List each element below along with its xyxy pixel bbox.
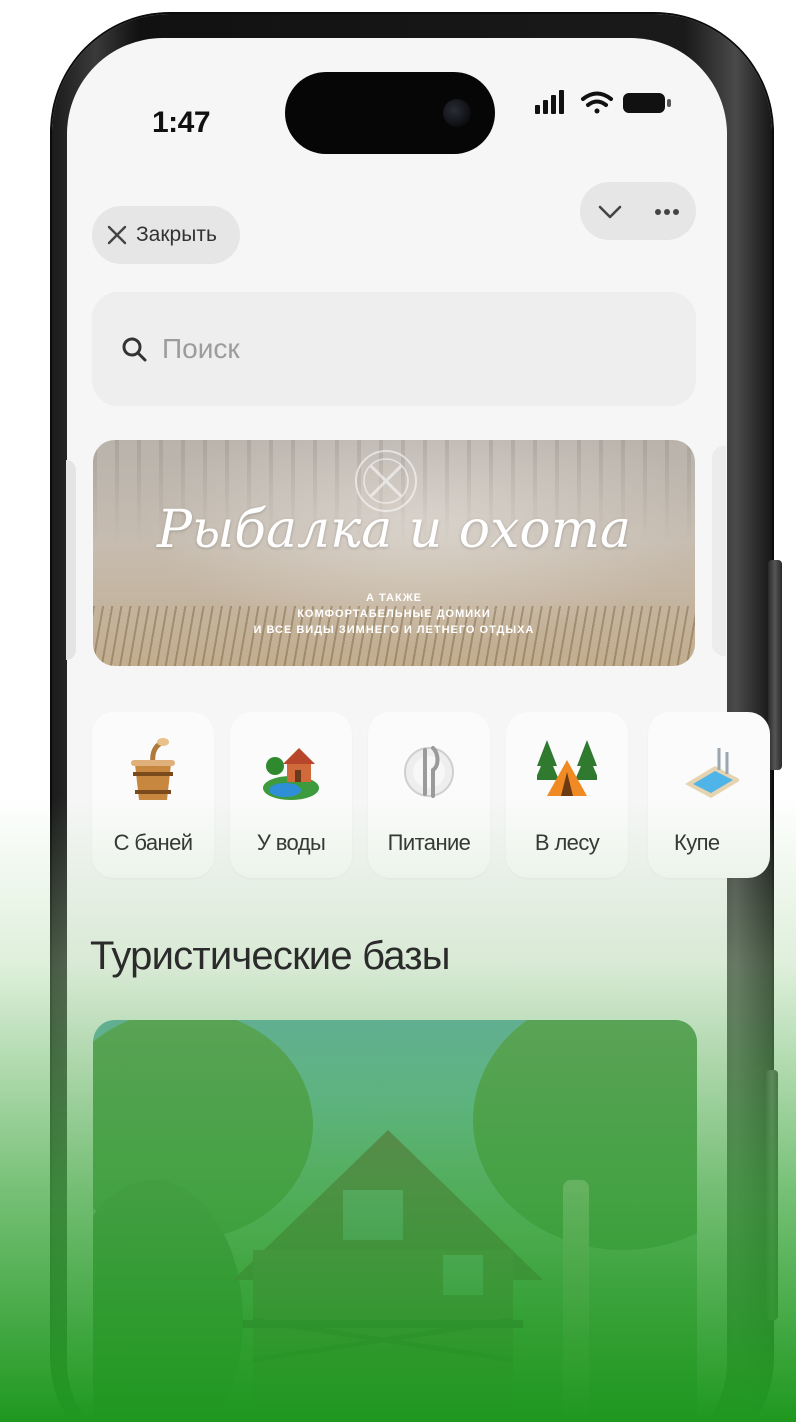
search-icon bbox=[122, 337, 147, 362]
search-input[interactable]: Поиск bbox=[92, 292, 696, 406]
banner-subtitle-line: А ТАКЖЕ bbox=[366, 592, 422, 604]
phone-side-button bbox=[766, 1070, 778, 1320]
plate-cutlery-icon bbox=[404, 746, 454, 798]
battery-icon bbox=[623, 93, 671, 113]
banner-subtitle-line: КОМФОРТАБЕЛЬНЫЕ ДОМИКИ bbox=[297, 608, 491, 620]
tourist-base-photo[interactable] bbox=[93, 1020, 697, 1422]
category-label: С баней bbox=[113, 830, 193, 855]
close-button[interactable]: Закрыть bbox=[92, 206, 240, 264]
category-pool[interactable]: Купе bbox=[648, 712, 770, 878]
banner-prev-peek[interactable] bbox=[66, 460, 76, 660]
pool-icon bbox=[685, 748, 739, 798]
status-icons bbox=[535, 90, 671, 114]
promo-banner[interactable]: Рыбалка и охота А ТАКЖЕ КОМФОРТАБЕЛЬНЫЕ … bbox=[93, 440, 695, 666]
category-sauna[interactable]: С баней bbox=[92, 712, 214, 878]
chevron-down-icon[interactable] bbox=[596, 198, 624, 226]
category-label: Купе bbox=[674, 830, 720, 855]
close-icon bbox=[107, 225, 127, 245]
tree-trunk bbox=[563, 1180, 589, 1422]
signal-icon bbox=[535, 90, 564, 114]
forest-tent-icon bbox=[537, 740, 597, 796]
category-label: У воды bbox=[256, 830, 326, 855]
close-label: Закрыть bbox=[136, 223, 217, 246]
banner-next-peek[interactable] bbox=[712, 446, 726, 656]
house-illustration bbox=[233, 1130, 543, 1422]
camera-icon bbox=[443, 99, 471, 127]
category-row: С баней У воды Питание В лесу Купе bbox=[92, 712, 770, 882]
category-forest[interactable]: В лесу bbox=[506, 712, 628, 878]
banner-subtitle-line: И ВСЕ ВИДЫ ЗИМНЕГО И ЛЕТНЕГО ОТДЫХА bbox=[253, 624, 535, 636]
category-water[interactable]: У воды bbox=[230, 712, 352, 878]
category-food[interactable]: Питание bbox=[368, 712, 490, 878]
banner-title: Рыбалка и охота bbox=[156, 500, 632, 560]
category-label: Питание bbox=[387, 830, 471, 855]
mini-app-controls bbox=[580, 182, 696, 240]
dynamic-island bbox=[285, 72, 495, 154]
search-placeholder: Поиск bbox=[162, 333, 240, 364]
status-time: 1:47 bbox=[152, 106, 211, 139]
section-title: Туристические базы bbox=[90, 934, 451, 978]
phone-side-button bbox=[768, 560, 782, 770]
sauna-bucket-icon bbox=[131, 738, 175, 800]
lake-house-icon bbox=[263, 748, 319, 800]
banner-subtitle: А ТАКЖЕ КОМФОРТАБЕЛЬНЫЕ ДОМИКИ И ВСЕ ВИД… bbox=[93, 590, 695, 638]
wifi-icon bbox=[581, 91, 613, 114]
more-icon[interactable] bbox=[652, 198, 682, 226]
category-label: В лесу bbox=[534, 830, 600, 855]
